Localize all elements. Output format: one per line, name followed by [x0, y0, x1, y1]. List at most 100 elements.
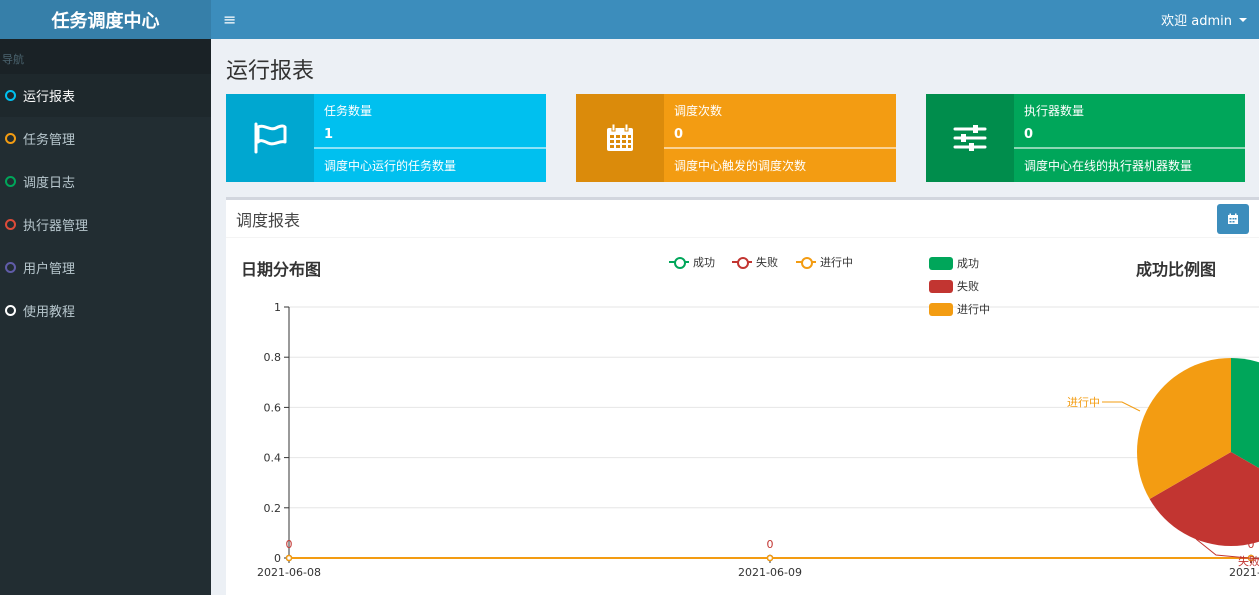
legend-marker [796, 257, 816, 269]
info-box-description: 调度中心运行的任务数量 [324, 159, 457, 173]
sliders-icon [926, 94, 1014, 182]
info-box-progress [664, 147, 896, 149]
info-box-triggers: 调度次数 0 调度中心触发的调度次数 [576, 94, 896, 182]
report-title: 调度报表 [236, 210, 301, 230]
info-box-label: 执行器数量 [1024, 104, 1085, 118]
user-menu[interactable]: 欢迎 admin [1161, 10, 1247, 29]
x-tick-label: 2021-06- [1229, 566, 1259, 579]
y-tick-label: 0.8 [264, 351, 282, 364]
flag-icon [226, 94, 314, 182]
pie-chart-title: 成功比例图 [1136, 260, 1217, 279]
legend-marker [929, 302, 953, 316]
info-box-description: 调度中心触发的调度次数 [674, 159, 807, 173]
info-box-executors: 执行器数量 0 调度中心在线的执行器机器数量 [926, 94, 1245, 182]
sidebar-item-logs[interactable]: 调度日志 [0, 160, 211, 203]
brand-logo[interactable]: 任务调度中心 [0, 0, 211, 39]
data-point [1247, 554, 1255, 562]
info-box-value: 0 [674, 127, 684, 142]
legend-item-running[interactable]: 进行中 [796, 254, 853, 270]
pie-slice-成功 [1231, 358, 1259, 469]
x-tick-label: 2021-06-09 [738, 566, 802, 579]
sidebar-item-report[interactable]: 运行报表 [0, 74, 211, 117]
pie-slice-进行中 [1137, 358, 1231, 499]
sidebar-item-label: 调度日志 [23, 176, 76, 191]
circle-icon [5, 305, 16, 316]
info-box-body: 执行器数量 0 调度中心在线的执行器机器数量 [1014, 94, 1245, 182]
caret-down-icon [1239, 17, 1247, 22]
info-box-body: 调度次数 0 调度中心触发的调度次数 [664, 94, 896, 182]
data-point [1247, 554, 1255, 562]
info-box-value: 0 [1024, 127, 1034, 142]
data-label: 0 [1248, 538, 1255, 551]
legend-marker [929, 279, 953, 293]
pie-label-line [1195, 538, 1259, 560]
y-tick-label: 0.2 [264, 502, 282, 515]
y-tick-label: 0 [274, 552, 281, 565]
main-content: 运行报表 任务数量 1 调度中心运行的任务数量 调度次数 0 调度中心触发的调度… [211, 39, 1259, 595]
data-point [285, 554, 293, 562]
pie-legend-item-success[interactable]: 成功 [929, 255, 979, 271]
y-tick-label: 0.6 [264, 401, 282, 414]
pie-slice-失败 [1149, 452, 1259, 546]
sidebar-item-users[interactable]: 用户管理 [0, 246, 211, 289]
circle-icon [5, 176, 16, 187]
user-menu-label: 欢迎 admin [1161, 14, 1232, 29]
legend-item-failed[interactable]: 失败 [732, 254, 778, 270]
info-box-progress [314, 147, 546, 149]
pie-slice-label: 失败 [1238, 554, 1259, 568]
sidebar-item-label: 用户管理 [23, 262, 76, 277]
data-point [1247, 554, 1255, 562]
circle-icon [5, 90, 16, 101]
calendar-icon [576, 94, 664, 182]
circle-icon [5, 133, 16, 144]
sidebar-item-help[interactable]: 使用教程 [0, 289, 211, 332]
legend-label: 成功 [957, 257, 979, 270]
info-box-body: 任务数量 1 调度中心运行的任务数量 [314, 94, 546, 182]
legend-label: 成功 [693, 256, 715, 269]
info-box-description: 调度中心在线的执行器机器数量 [1024, 159, 1193, 173]
x-tick-label: 2021-06-08 [257, 566, 321, 579]
info-box-label: 任务数量 [324, 104, 373, 118]
data-point [285, 554, 293, 562]
sidebar-item-label: 执行器管理 [23, 219, 89, 234]
pie-legend-item-failed[interactable]: 失败 [929, 278, 979, 294]
circle-icon [5, 262, 16, 273]
legend-label: 失败 [957, 280, 979, 293]
data-point [766, 554, 774, 562]
legend-label: 进行中 [820, 256, 853, 269]
y-tick-label: 0.4 [264, 452, 282, 465]
data-label: 0 [767, 538, 774, 551]
sidebar-section-label: 导航 [0, 39, 211, 74]
menu-toggle-button[interactable]: ≡ [223, 10, 236, 29]
data-point [285, 554, 293, 562]
legend-marker [732, 257, 752, 269]
pie-slice-label: 进行中 [1067, 396, 1100, 409]
circle-icon [5, 219, 16, 230]
info-box-jobs: 任务数量 1 调度中心运行的任务数量 [226, 94, 546, 182]
top-navbar: ≡ 欢迎 admin [211, 0, 1259, 39]
sidebar-item-label: 使用教程 [23, 305, 76, 320]
legend-label: 进行中 [957, 303, 990, 316]
date-range-button[interactable] [1217, 203, 1249, 234]
sidebar-item-label: 任务管理 [23, 133, 76, 148]
sidebar-item-executors[interactable]: 执行器管理 [0, 203, 211, 246]
data-label: 0 [286, 538, 293, 551]
legend-marker [929, 256, 953, 270]
report-panel: 调度报表 日期分布图 成功 失败 进行中 0 0.2 0.4 0.6 0.8 1… [226, 197, 1259, 595]
data-point [766, 554, 774, 562]
calendar-icon [1228, 213, 1238, 224]
legend-item-success[interactable]: 成功 [669, 254, 715, 270]
legend-label: 失败 [756, 256, 778, 269]
sidebar-item-jobs[interactable]: 任务管理 [0, 117, 211, 160]
y-tick-label: 1 [274, 301, 281, 314]
info-box-label: 调度次数 [674, 104, 723, 118]
info-box-progress [1014, 147, 1245, 149]
top-header: 任务调度中心 ≡ 欢迎 admin [0, 0, 1259, 39]
pie-legend-item-running[interactable]: 进行中 [929, 301, 990, 317]
sidebar: 导航 运行报表 任务管理 调度日志 执行器管理 用户管理 使用教程 [0, 39, 211, 595]
line-chart-title: 日期分布图 [241, 260, 322, 279]
legend-marker [669, 257, 689, 269]
pie-label-line [1102, 401, 1141, 412]
sidebar-item-label: 运行报表 [23, 90, 76, 105]
report-header: 调度报表 [226, 200, 1259, 238]
